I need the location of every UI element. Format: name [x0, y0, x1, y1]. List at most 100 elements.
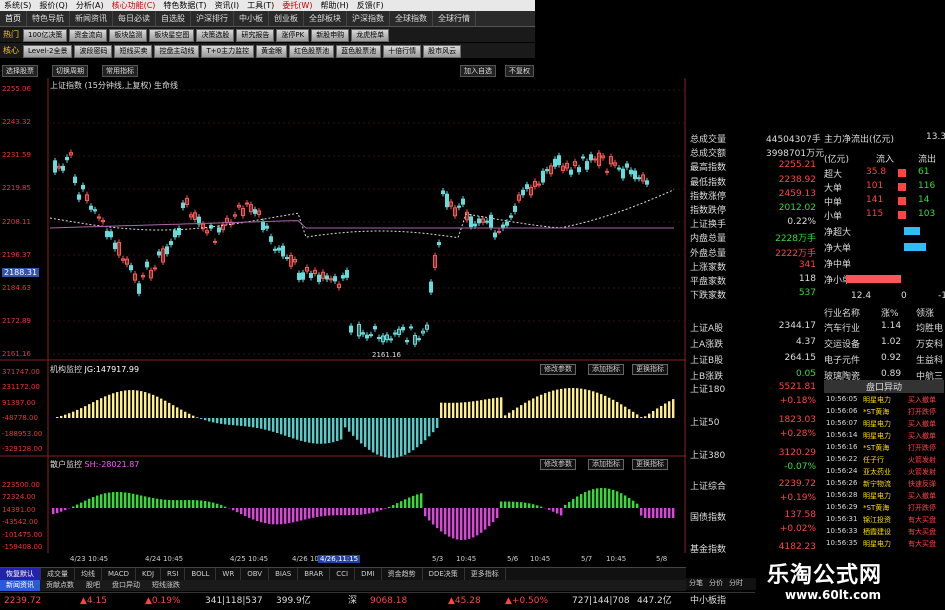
select-stock-button[interactable]: 选择股票: [2, 65, 38, 77]
toolbar-button[interactable]: 黄金眼: [256, 45, 287, 58]
info-tab[interactable]: 盘口异动: [106, 580, 146, 591]
market-value: 5521.81: [766, 382, 816, 392]
top-tab[interactable]: 创业板: [269, 11, 304, 26]
menu-item[interactable]: 委托(W): [282, 1, 312, 10]
menu-item[interactable]: 反馈(F): [357, 1, 384, 10]
sz-index-change: ▲ 45.28: [448, 593, 455, 610]
toolbar-button[interactable]: 红色股票池: [289, 45, 334, 58]
menu-item[interactable]: 系统(S): [4, 1, 31, 10]
toolbar-button[interactable]: T+0主力监控: [201, 45, 254, 58]
menu-item[interactable]: 分析(A): [76, 1, 104, 10]
indicator-tab[interactable]: DDE决策: [423, 568, 465, 580]
top-tab[interactable]: 中小板: [234, 11, 269, 26]
no-restore-rights-button[interactable]: 不复权: [505, 65, 534, 77]
add-watchlist-button[interactable]: 加入自选: [460, 65, 496, 77]
top-tab[interactable]: 每日必读: [113, 11, 156, 26]
inst-monitor-bar: [440, 403, 442, 418]
top-tab[interactable]: 自选股: [156, 11, 191, 26]
panel2-add-indicator-button[interactable]: 添加指标: [588, 459, 624, 470]
toolbar-button[interactable]: 涨停PK: [276, 29, 309, 42]
switch-period-button[interactable]: 切换周期: [52, 65, 88, 77]
candle-body: [538, 184, 541, 185]
chart-area[interactable]: [0, 78, 686, 553]
info-tab[interactable]: 贡献点数: [40, 580, 80, 591]
toolbar-button[interactable]: 决策选股: [196, 29, 234, 42]
index-label: 上B涨跌: [690, 369, 723, 382]
indicator-tab[interactable]: OBV: [241, 568, 269, 580]
top-tab[interactable]: 沪深指数: [347, 11, 390, 26]
menu-item[interactable]: 报价(Q): [39, 1, 68, 10]
info-tab[interactable]: 新闻资讯: [0, 580, 40, 591]
candle-body: [282, 246, 285, 256]
toolbar-button[interactable]: 短线买卖: [114, 45, 152, 58]
toolbar-button[interactable]: 板块监测: [109, 29, 147, 42]
panel1-change-indicator-button[interactable]: 更换指标: [632, 364, 668, 375]
retail-monitor-bar: [280, 508, 282, 524]
stat-value: 2228万手: [766, 231, 816, 244]
panel1-modify-params-button[interactable]: 修改参数: [540, 364, 576, 375]
retail-monitor-bar: [488, 508, 490, 526]
toolbar-button[interactable]: Level-2全景: [23, 45, 72, 58]
menu-item[interactable]: 资讯(I): [215, 1, 240, 10]
menu-item[interactable]: 工具(T): [247, 1, 274, 10]
top-tab[interactable]: 沪深排行: [191, 11, 234, 26]
indicator-tab[interactable]: 资金趋势: [382, 568, 423, 580]
top-tab[interactable]: 全球行情: [433, 11, 476, 26]
candle-body: [214, 241, 217, 242]
indicator-tab[interactable]: RSI: [161, 568, 185, 580]
toolbar-button[interactable]: 龙虎榜单: [351, 29, 389, 42]
menu-item[interactable]: 帮助(H): [320, 1, 348, 10]
inst-monitor-bar: [160, 399, 162, 418]
indicator-tab[interactable]: 恢复默认: [0, 568, 41, 580]
indicator-tab[interactable]: DMI: [355, 568, 382, 580]
info-tab[interactable]: 股吧: [80, 580, 106, 591]
top-tab[interactable]: 特色导航: [27, 11, 70, 26]
indicator-tab[interactable]: BOLL: [185, 568, 216, 580]
toolbar-button[interactable]: 波段密码: [74, 45, 112, 58]
indicator-tab[interactable]: 成交量: [41, 568, 75, 580]
indicator-tab[interactable]: BRAR: [298, 568, 330, 580]
top-tab[interactable]: 全球指数: [390, 11, 433, 26]
trade-detail-tab[interactable]: 分笔: [686, 579, 706, 587]
menu-item[interactable]: 特色数据(T): [163, 1, 206, 10]
toolbar-button[interactable]: 新股申购: [311, 29, 349, 42]
anomaly-time: 10:56:28: [826, 491, 857, 499]
common-indicator-button[interactable]: 常用指标: [102, 65, 138, 77]
toolbar-button[interactable]: 研究报告: [236, 29, 274, 42]
panel2-change-indicator-button[interactable]: 更换指标: [632, 459, 668, 470]
top-tab[interactable]: 全部板块: [304, 11, 347, 26]
inst-monitor-bar: [296, 418, 298, 440]
top-tab[interactable]: 新闻资讯: [70, 11, 113, 26]
trade-detail-tab[interactable]: 分时: [726, 579, 746, 587]
trade-detail-tab[interactable]: 分价: [706, 579, 726, 587]
toolbar-button[interactable]: 控盘主动线: [154, 45, 199, 58]
inst-monitor-bar: [80, 408, 82, 418]
anomaly-action: 有大买盘: [908, 539, 936, 549]
toolbar-button[interactable]: 板块星空图: [149, 29, 194, 42]
inst-monitor-bar: [460, 402, 462, 418]
right-info-panel: 总成交量44504307手总成交额3998701万元最高指数2255.21最低指…: [686, 130, 945, 585]
info-tab[interactable]: 短线涨跌: [146, 580, 186, 591]
indicator-tab[interactable]: WR: [216, 568, 241, 580]
menu-item[interactable]: 核心功能(C): [112, 1, 156, 10]
stat-value: 2222万手: [766, 246, 816, 259]
indicator-tab[interactable]: MACD: [102, 568, 136, 580]
right-bottom-tabs: 分笔分价分时: [686, 578, 756, 590]
toolbar-button[interactable]: 资金流向: [69, 29, 107, 42]
indicator-tab[interactable]: CCI: [330, 568, 355, 580]
anomaly-time: 10:56:26: [826, 479, 857, 487]
toolbar-button[interactable]: 十倍行情: [383, 45, 421, 58]
top-tab[interactable]: 首页: [0, 11, 27, 26]
indicator-tab[interactable]: 均线: [75, 568, 102, 580]
panel1-add-indicator-button[interactable]: 添加指标: [588, 364, 624, 375]
candle-body: [90, 206, 93, 209]
toolbar-button[interactable]: 100亿决策: [23, 29, 67, 42]
indicator-tab[interactable]: 更多指标: [465, 568, 506, 580]
toolbar-button[interactable]: 股市风云: [423, 45, 461, 58]
indicator-tab[interactable]: BIAS: [269, 568, 298, 580]
retail-monitor-bar: [184, 500, 186, 508]
toolbar-button[interactable]: 蓝色股票池: [336, 45, 381, 58]
indicator-tab[interactable]: KDJ: [136, 568, 161, 580]
y-tick-label: 14391.00: [2, 506, 35, 514]
panel2-modify-params-button[interactable]: 修改参数: [540, 459, 576, 470]
